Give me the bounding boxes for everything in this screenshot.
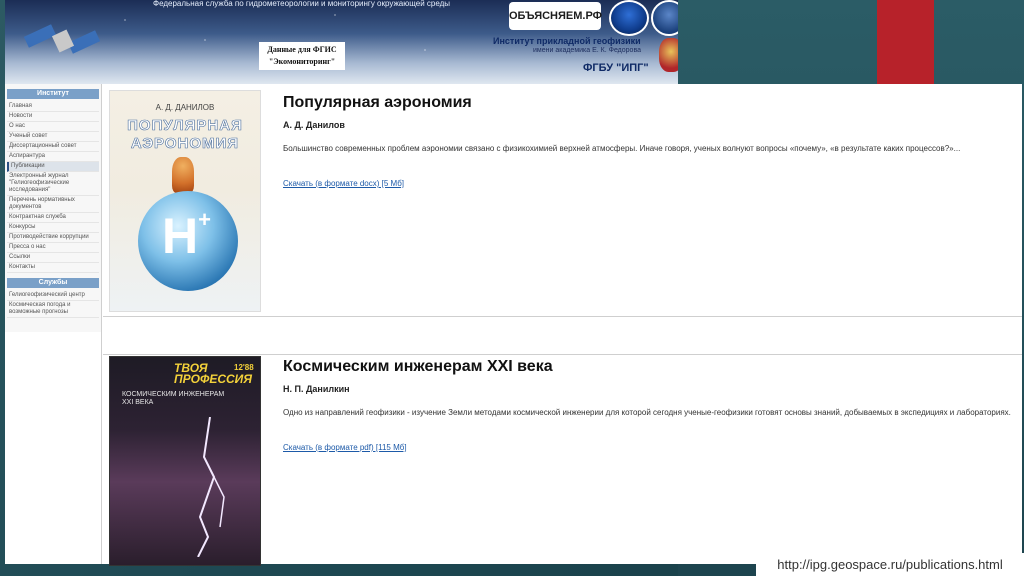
order-medal-icon <box>659 38 678 72</box>
sidebar-header-institute: Институт <box>7 89 99 99</box>
lightning-icon <box>197 417 225 557</box>
sidebar-item[interactable]: Конкурсы <box>7 223 99 233</box>
sidebar-item[interactable]: Электронный журнал "Гелиогеофизические и… <box>7 172 99 196</box>
cartoon-figure-icon <box>172 157 194 193</box>
sidebar-item[interactable]: Пресса о нас <box>7 243 99 253</box>
site-header: Федеральная служба по гидрометеорологии … <box>5 0 678 84</box>
sidebar-item[interactable]: Контакты <box>7 263 99 273</box>
cover-series-title: ТВОЯ ПРОФЕССИЯ <box>174 361 253 386</box>
sidebar-item[interactable]: Контрактная служба <box>7 213 99 223</box>
publication-entry: А. Д. ДАНИЛОВ ПОПУЛЯРНАЯ АЭРОНОМИЯ H+ По… <box>103 84 1022 317</box>
book-cover-image[interactable]: ТВОЯ ПРОФЕССИЯ 12'88 КОСМИЧЕСКИМ ИНЖЕНЕР… <box>109 356 261 566</box>
publication-title: Популярная аэрономия <box>283 94 472 111</box>
fgbu-label: ФГБУ "ИПГ" <box>583 62 649 74</box>
satellite-icon <box>23 24 101 54</box>
publication-author: А. Д. Данилов <box>283 120 345 130</box>
page-url: http://ipg.geospace.ru/publications.html <box>756 553 1024 576</box>
fgis-line-1: Данные для ФГИС <box>267 45 337 54</box>
roshydromet-logo-icon[interactable] <box>609 0 649 36</box>
cover-issue-number: 12'88 <box>234 363 254 372</box>
sidebar-header-services: Службы <box>7 278 99 288</box>
obyasnyaem-logo[interactable]: ОБЪЯСНЯЕМ.РФ <box>509 2 602 30</box>
fgis-ecomonitoring-badge[interactable]: Данные для ФГИС "Экомониторинг" <box>259 42 345 70</box>
red-accent-bar <box>877 0 934 84</box>
institute-title: Институт прикладной геофизики <box>493 36 641 46</box>
publication-author: Н. П. Данилкин <box>283 384 350 394</box>
sidebar-item[interactable]: Перечень нормативных документов <box>7 196 99 213</box>
agency-title: Федеральная служба по гидрометеорологии … <box>153 0 451 8</box>
cover-subtitle: КОСМИЧЕСКИМ ИНЖЕНЕРАМ XXI ВЕКА <box>122 391 225 406</box>
download-link[interactable]: Скачать (в формате pdf) [115 Мб] <box>283 443 407 452</box>
separator-row <box>103 318 1022 355</box>
publication-description: Большинство современных проблем аэрономи… <box>283 144 961 153</box>
download-link[interactable]: Скачать (в формате docx) [5 Мб] <box>283 179 404 188</box>
sidebar-item[interactable]: Главная <box>7 102 99 112</box>
hydrogen-ion-icon: H+ <box>162 207 211 264</box>
publication-title: Космическим инженерам XXI века <box>283 358 553 375</box>
sidebar-item[interactable]: Противодействие коррупции <box>7 233 99 243</box>
sidebar-item[interactable]: Аспирантура <box>7 152 99 162</box>
sidebar-item[interactable]: Ученый совет <box>7 132 99 142</box>
sidebar-item[interactable]: Гелиогеофизический центр <box>7 291 99 301</box>
page-content: Институт Главная Новости О нас Ученый со… <box>5 84 1022 566</box>
publication-description: Одно из направлений геофизики - изучение… <box>283 408 1011 417</box>
sidebar-item[interactable]: Ссылки <box>7 253 99 263</box>
book-cover-image[interactable]: А. Д. ДАНИЛОВ ПОПУЛЯРНАЯ АЭРОНОМИЯ H+ <box>109 90 261 312</box>
content-divider <box>101 84 102 564</box>
sidebar-item[interactable]: Диссертационный совет <box>7 142 99 152</box>
institute-subtitle: имени академика Е. К. Федорова <box>533 47 641 54</box>
sidebar: Институт Главная Новости О нас Ученый со… <box>5 84 101 332</box>
cover-author: А. Д. ДАНИЛОВ <box>155 103 215 112</box>
sidebar-item-publications[interactable]: Публикации <box>7 162 99 172</box>
publication-entry: ТВОЯ ПРОФЕССИЯ 12'88 КОСМИЧЕСКИМ ИНЖЕНЕР… <box>103 354 1022 566</box>
sidebar-item[interactable]: Новости <box>7 112 99 122</box>
sidebar-item[interactable]: Космическая погода и возможные прогнозы <box>7 301 99 318</box>
fgis-line-2: "Экомониторинг" <box>268 57 336 66</box>
cover-title: ПОПУЛЯРНАЯ АЭРОНОМИЯ <box>127 117 243 153</box>
sidebar-item[interactable]: О нас <box>7 122 99 132</box>
